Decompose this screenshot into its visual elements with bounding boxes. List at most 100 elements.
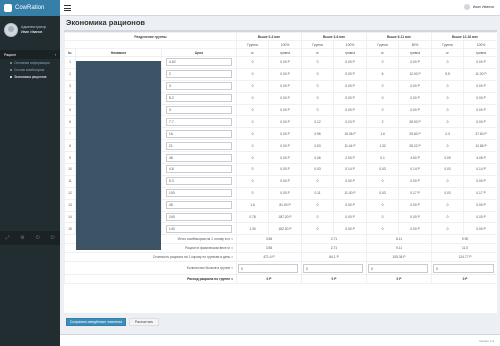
value-cell: 0 — [366, 79, 400, 93]
value-cell: 0.00 Р — [268, 56, 303, 69]
price-input[interactable]: 16 — [165, 129, 233, 138]
value-cell: 2.53 Р — [333, 151, 368, 165]
value-cell: 28.22 Р — [398, 139, 433, 153]
price-input[interactable]: 240 — [165, 213, 233, 222]
value-cell: 5.5 — [431, 67, 465, 81]
price-input[interactable]: 4.8 — [165, 165, 233, 174]
sidebar-menu-header[interactable]: Рацион ‹ — [0, 50, 60, 59]
quantity-input[interactable]: 0 — [433, 263, 495, 273]
value-cell: 0.00 Р — [463, 56, 500, 69]
save-values-button[interactable]: Сохранить введённые значения — [66, 318, 126, 326]
unit-header: кг — [366, 48, 400, 57]
value-cell: 0.03 — [301, 163, 335, 176]
price-cell: 4.62 — [160, 56, 238, 69]
value-cell: 0.00 Р — [398, 79, 433, 93]
price-input[interactable]: 7.7 — [165, 117, 233, 126]
quantity-label: Количество бычков в группе = — [63, 261, 238, 276]
value-cell: 0.00 Р — [463, 210, 500, 224]
value-cell: 11.00 Р — [333, 186, 368, 200]
value-cell: 0.00 Р — [463, 103, 500, 117]
value-cell: 0.14 Р — [333, 163, 368, 176]
quantity-row: Количество бычков в группе = 0 0 0 0 — [63, 261, 500, 276]
user-menu[interactable]: Иван Иванов — [463, 4, 494, 10]
price-cell: 46 — [160, 151, 238, 165]
value-cell: 0 — [431, 91, 465, 105]
value-cell: 0 — [366, 91, 400, 105]
value-cell: 0 — [431, 139, 465, 153]
price-cell: 8.2 — [160, 91, 238, 105]
group-col-header: Выше 6-11 мес — [366, 32, 433, 41]
value-cell: 0.00 Р — [398, 198, 433, 212]
avatar — [4, 23, 18, 37]
summary-value: 9.11 — [366, 243, 433, 254]
price-input[interactable]: 45 — [165, 201, 233, 210]
value-cell: 81.00 Р — [268, 198, 303, 212]
value-cell: 0 — [236, 115, 270, 129]
price-input[interactable]: 100 — [165, 189, 233, 198]
value-cell: 2 — [366, 115, 400, 129]
sidebar-item-feed-composition[interactable]: Состав комбикорма — [0, 66, 60, 73]
value-cell: 11.00 Р — [463, 67, 500, 81]
value-cell: 0.00 Р — [333, 222, 368, 236]
footer-version: Version 1.0 — [478, 339, 494, 343]
sidebar-item-ration-economics[interactable]: Экономика рационов — [0, 73, 60, 80]
app-logo[interactable]: CowRation — [0, 0, 60, 16]
cost-value: 0 Р — [301, 274, 368, 285]
summary-value: 471.4 Р — [236, 252, 303, 263]
value-cell: 0.17 Р — [398, 186, 433, 200]
value-cell: 0 — [236, 56, 270, 69]
price-input[interactable]: 2 — [165, 70, 233, 79]
value-cell: 0 — [431, 79, 465, 93]
quantity-input[interactable]: 0 — [238, 263, 298, 273]
expand-icon[interactable]: ⤢ — [5, 235, 9, 241]
value-cell: 0 — [431, 198, 465, 212]
power-icon[interactable]: ⏻ — [51, 235, 55, 241]
sub-header: 60% — [398, 40, 433, 49]
quantity-input[interactable]: 0 — [368, 263, 428, 273]
price-input[interactable]: 21 — [165, 141, 233, 150]
value-cell: 37.60 Р — [463, 127, 500, 141]
value-cell: 0 — [431, 222, 465, 236]
value-cell: 0.00 Р — [268, 91, 303, 105]
price-input[interactable]: 46 — [165, 153, 233, 162]
value-cell: 0 — [236, 186, 270, 200]
value-cell: 0.11 — [301, 186, 335, 200]
sidebar-item-basic-info[interactable]: Основная информация — [0, 59, 60, 66]
value-cell: 1.32 — [366, 139, 400, 153]
sidebar: CowRation Администратор Иван Иванов Раци… — [0, 0, 60, 346]
value-cell: 0 — [366, 198, 400, 212]
value-cell: 4.60 Р — [398, 151, 433, 165]
price-input[interactable]: 5.3 — [165, 177, 233, 186]
price-input[interactable]: 140 — [165, 224, 233, 233]
price-input[interactable]: 3 — [165, 82, 233, 91]
value-cell: 0 — [236, 151, 270, 165]
value-cell: 0 — [301, 222, 335, 236]
price-cell: 7.7 — [160, 115, 238, 129]
quantity-cell: 0 — [236, 261, 303, 276]
calculate-button[interactable]: Рассчитать — [129, 318, 159, 326]
price-input[interactable]: 3 — [165, 106, 233, 114]
summary-row: Стоимость рациона на 1 корову по группам… — [63, 252, 500, 263]
sidebar-header-label: Рацион — [4, 52, 17, 57]
sidebar-item-label: Состав комбикорма — [14, 67, 45, 72]
top-user-name: Иван Иванов — [472, 5, 494, 9]
page-title: Экономика рационов — [66, 18, 146, 27]
price-input[interactable]: 8.2 — [165, 94, 233, 103]
value-cell: 0.03 — [431, 163, 465, 176]
lock-icon[interactable]: ⏻ — [36, 235, 40, 241]
page-footer: Version 1.0 — [60, 334, 500, 346]
row-number: 9 — [64, 151, 76, 165]
menu-toggle-icon[interactable] — [64, 5, 71, 11]
value-cell: 0.00 Р — [463, 174, 500, 188]
unit-header: кг — [431, 48, 465, 57]
group-col-header: Выше 12-16 мес — [431, 32, 500, 41]
value-cell: 0.78 — [236, 210, 270, 224]
value-cell: 0 — [431, 56, 465, 69]
gear-icon[interactable]: ⚙ — [20, 235, 24, 241]
quantity-input[interactable]: 0 — [303, 263, 363, 273]
value-cell: 0.00 Р — [463, 79, 500, 93]
price-input[interactable]: 4.62 — [165, 58, 233, 67]
value-cell: 0 — [301, 79, 335, 93]
value-cell: 0.00 Р — [333, 56, 368, 69]
unit-header: кг — [236, 48, 270, 57]
